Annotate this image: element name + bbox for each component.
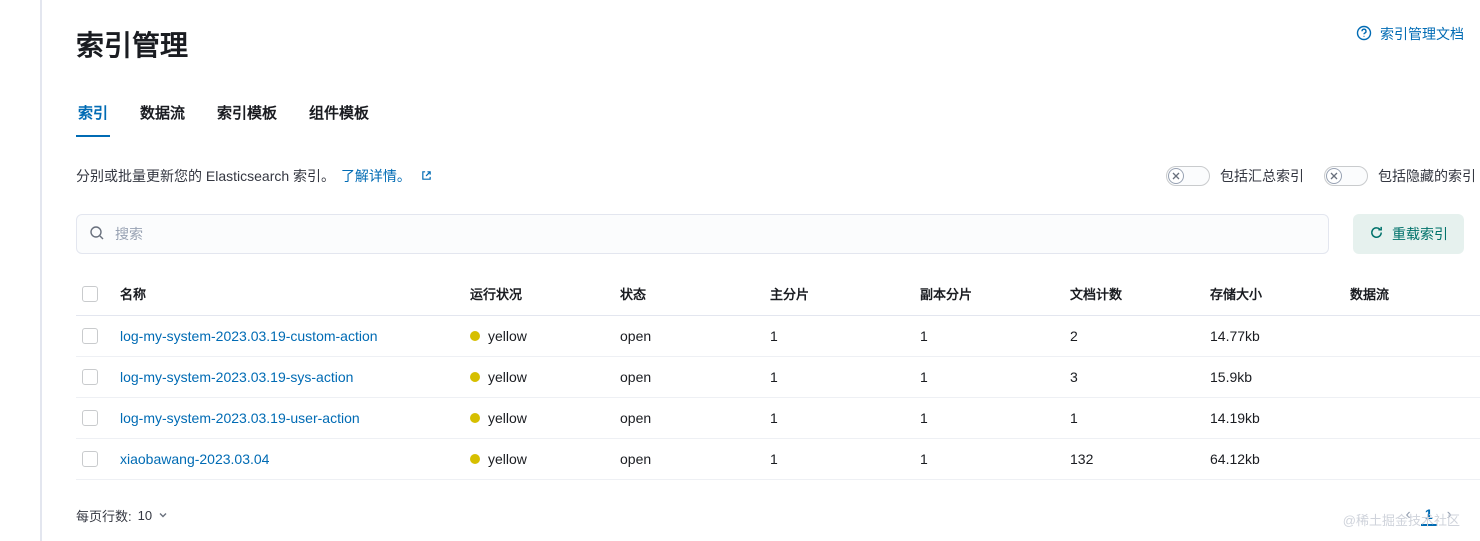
health-cell: yellow [470, 410, 527, 426]
replicas-cell: 1 [912, 398, 1062, 439]
search-box[interactable] [76, 214, 1329, 254]
switch-rollup[interactable] [1166, 166, 1210, 186]
col-docs[interactable]: 文档计数 [1062, 274, 1202, 316]
col-size[interactable]: 存储大小 [1202, 274, 1342, 316]
tab-indices[interactable]: 索引 [76, 92, 110, 137]
toggle-rollup-label: 包括汇总索引 [1220, 166, 1304, 186]
col-name[interactable]: 名称 [112, 274, 462, 316]
description-text: 分别或批量更新您的 Elasticsearch 索引。 [76, 168, 335, 184]
switch-knob-icon [1326, 168, 1342, 184]
toggle-hidden-label: 包括隐藏的索引 [1378, 166, 1476, 186]
table-row: log-my-system-2023.03.19-sys-action yello… [76, 357, 1480, 398]
external-link-icon [421, 170, 432, 184]
health-cell: yellow [470, 369, 527, 385]
primaries-cell: 1 [762, 316, 912, 357]
health-cell: yellow [470, 328, 527, 344]
docs-cell: 1 [1062, 398, 1202, 439]
tabs: 索引 数据流 索引模板 组件模板 [76, 92, 1480, 138]
watermark: @稀土掘金技术社区 [1343, 510, 1460, 529]
size-cell: 14.77kb [1202, 316, 1342, 357]
docs-cell: 2 [1062, 316, 1202, 357]
health-cell: yellow [470, 451, 527, 467]
health-dot-icon [470, 331, 480, 341]
status-cell: open [612, 357, 762, 398]
tab-index-templates[interactable]: 索引模板 [215, 92, 279, 137]
switch-knob-icon [1168, 168, 1184, 184]
table-row: xiaobawang-2023.03.04yellowopen1113264.1… [76, 439, 1480, 480]
select-all-checkbox[interactable] [82, 286, 98, 302]
docs-cell: 132 [1062, 439, 1202, 480]
col-stream[interactable]: 数据流 [1342, 274, 1480, 316]
stream-cell [1342, 398, 1480, 439]
status-cell: open [612, 316, 762, 357]
table-row: log-my-system-2023.03.19-custom-action ye… [76, 316, 1480, 357]
page-title: 索引管理 [76, 24, 188, 64]
health-dot-icon [470, 454, 480, 464]
reload-button[interactable]: 重载索引 [1353, 214, 1464, 254]
left-edge [40, 0, 42, 541]
row-checkbox[interactable] [82, 328, 98, 344]
rows-per-page[interactable]: 每页行数: 10 [76, 506, 168, 525]
size-cell: 14.19kb [1202, 398, 1342, 439]
col-health[interactable]: 运行状况 [462, 274, 612, 316]
toggle-rollup[interactable]: 包括汇总索引 [1166, 166, 1304, 186]
tab-component-templates[interactable]: 组件模板 [307, 92, 371, 137]
reload-button-label: 重载索引 [1392, 224, 1448, 244]
switch-hidden[interactable] [1324, 166, 1368, 186]
docs-cell: 3 [1062, 357, 1202, 398]
search-icon [89, 225, 105, 244]
size-cell: 64.12kb [1202, 439, 1342, 480]
stream-cell [1342, 439, 1480, 480]
col-primaries[interactable]: 主分片 [762, 274, 912, 316]
row-checkbox[interactable] [82, 451, 98, 467]
stream-cell [1342, 357, 1480, 398]
search-input[interactable] [115, 226, 1316, 242]
index-name-link[interactable]: xiaobawang-2023.03.04 [120, 451, 269, 467]
description: 分别或批量更新您的 Elasticsearch 索引。 了解详情。 [76, 166, 432, 186]
index-name-link[interactable]: log-my-system-2023.03.19-user-action [120, 410, 360, 426]
status-cell: open [612, 398, 762, 439]
index-name-link[interactable]: log-my-system-2023.03.19-sys-action [120, 369, 353, 385]
learn-more-link[interactable]: 了解详情。 [341, 168, 411, 184]
replicas-cell: 1 [912, 439, 1062, 480]
primaries-cell: 1 [762, 357, 912, 398]
rows-per-page-label: 每页行数: [76, 506, 132, 525]
replicas-cell: 1 [912, 357, 1062, 398]
health-dot-icon [470, 413, 480, 423]
toggle-hidden[interactable]: 包括隐藏的索引 [1324, 166, 1476, 186]
health-dot-icon [470, 372, 480, 382]
size-cell: 15.9kb [1202, 357, 1342, 398]
table-row: log-my-system-2023.03.19-user-action yell… [76, 398, 1480, 439]
col-status[interactable]: 状态 [612, 274, 762, 316]
chevron-down-icon [158, 508, 168, 523]
primaries-cell: 1 [762, 439, 912, 480]
primaries-cell: 1 [762, 398, 912, 439]
replicas-cell: 1 [912, 316, 1062, 357]
row-checkbox[interactable] [82, 369, 98, 385]
status-cell: open [612, 439, 762, 480]
rows-per-page-value: 10 [138, 508, 152, 523]
stream-cell [1342, 316, 1480, 357]
docs-link-text: 索引管理文档 [1380, 24, 1464, 44]
row-checkbox[interactable] [82, 410, 98, 426]
tab-datastreams[interactable]: 数据流 [138, 92, 187, 137]
indices-table: 名称 运行状况 状态 主分片 副本分片 文档计数 存储大小 数据流 log-my… [76, 274, 1480, 480]
docs-link[interactable]: 索引管理文档 [1356, 24, 1464, 44]
index-name-link[interactable]: log-my-system-2023.03.19-custom-action [120, 328, 378, 344]
col-replicas[interactable]: 副本分片 [912, 274, 1062, 316]
refresh-icon [1369, 225, 1384, 243]
help-icon [1356, 25, 1372, 44]
